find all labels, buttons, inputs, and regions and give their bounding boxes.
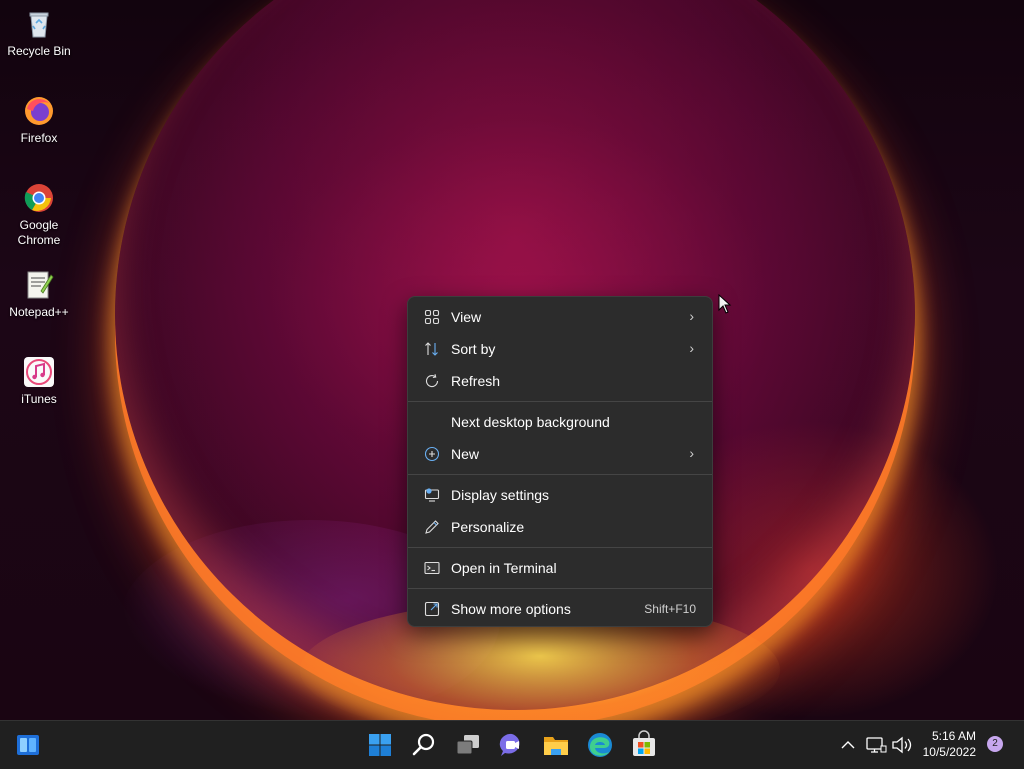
widgets-icon xyxy=(17,735,39,755)
start-icon xyxy=(369,734,391,756)
pen-icon xyxy=(425,520,439,534)
desktop-icon-notepad-plus-plus[interactable]: Notepad++ xyxy=(4,269,74,320)
file-explorer-button[interactable] xyxy=(540,729,572,761)
menu-item-new[interactable]: New › xyxy=(412,438,708,470)
notepad-plus-plus-icon xyxy=(23,269,55,301)
menu-separator xyxy=(408,474,712,475)
network-icon xyxy=(866,737,887,753)
desktop-icon-label: iTunes xyxy=(21,392,57,406)
menu-item-show-more-options[interactable]: Show more options Shift+F10 xyxy=(412,593,708,625)
display-settings-icon xyxy=(424,488,440,502)
store-icon xyxy=(633,730,655,756)
more-options-icon xyxy=(424,601,440,617)
sort-icon xyxy=(425,342,438,356)
taskbar: 5:16 AM 10/5/2022 2 xyxy=(0,720,1024,769)
menu-separator xyxy=(408,401,712,402)
desktop-icon-recycle-bin[interactable]: Recycle Bin xyxy=(4,8,74,59)
store-button[interactable] xyxy=(628,729,660,761)
menu-item-label: Next desktop background xyxy=(451,414,610,430)
search-button[interactable] xyxy=(408,729,440,761)
firefox-icon xyxy=(23,95,55,127)
desktop-icon-label: Firefox xyxy=(20,131,58,145)
new-plus-icon xyxy=(424,446,440,462)
widgets-button[interactable] xyxy=(12,729,44,761)
menu-item-refresh[interactable]: Refresh xyxy=(412,365,708,397)
menu-item-personalize[interactable]: Personalize xyxy=(412,511,708,543)
chat-icon xyxy=(499,733,520,756)
network-status-button[interactable] xyxy=(864,729,888,761)
menu-item-display-settings[interactable]: Display settings xyxy=(412,479,708,511)
menu-item-shortcut: Shift+F10 xyxy=(644,602,696,616)
recycle-bin-icon xyxy=(23,8,55,40)
volume-button[interactable] xyxy=(890,729,914,761)
task-view-button[interactable] xyxy=(452,729,484,761)
chevron-right-icon: › xyxy=(689,308,694,324)
menu-item-sort-by[interactable]: Sort by › xyxy=(412,333,708,365)
edge-icon xyxy=(588,733,612,757)
terminal-icon xyxy=(424,561,440,575)
desktop-icon-label: Google Chrome xyxy=(17,218,61,247)
desktop-icon-firefox[interactable]: Firefox xyxy=(4,95,74,146)
edge-button[interactable] xyxy=(584,729,616,761)
menu-item-label: Display settings xyxy=(451,487,550,503)
desktop-icon-label: Notepad++ xyxy=(9,305,69,319)
show-hidden-icons-button[interactable] xyxy=(838,729,858,761)
chevron-right-icon: › xyxy=(689,445,694,461)
menu-item-label: Refresh xyxy=(451,373,501,389)
itunes-icon xyxy=(23,356,55,388)
menu-separator xyxy=(408,547,712,548)
menu-item-next-desktop-background[interactable]: Next desktop background xyxy=(412,406,708,438)
menu-item-open-in-terminal[interactable]: Open in Terminal xyxy=(412,552,708,584)
desktop-icon-google-chrome[interactable]: Google Chrome xyxy=(4,182,74,248)
clock-time[interactable]: 5:16 AM xyxy=(918,729,976,743)
menu-item-label: Open in Terminal xyxy=(451,560,557,576)
menu-item-label: New xyxy=(451,446,480,462)
desktop-icon-label: Recycle Bin xyxy=(7,44,71,58)
task-view-icon xyxy=(456,735,479,755)
search-icon xyxy=(412,733,435,756)
desktop-icon-itunes[interactable]: iTunes xyxy=(4,356,74,407)
menu-item-label: Sort by xyxy=(451,341,496,357)
menu-item-label: Show more options xyxy=(451,601,571,617)
refresh-icon xyxy=(425,374,439,388)
desktop-context-menu: View › Sort by › Refresh Next desktop ba… xyxy=(407,296,713,627)
menu-item-view[interactable]: View › xyxy=(412,301,708,333)
clock-date[interactable]: 10/5/2022 xyxy=(912,745,976,759)
menu-item-label: Personalize xyxy=(451,519,525,535)
mouse-cursor-icon xyxy=(718,294,732,314)
chevron-up-icon xyxy=(841,741,855,749)
chrome-icon xyxy=(23,182,55,214)
chat-button[interactable] xyxy=(496,729,528,761)
start-button[interactable] xyxy=(364,729,396,761)
file-explorer-icon xyxy=(544,737,568,755)
speaker-icon xyxy=(892,736,912,754)
chevron-right-icon: › xyxy=(689,340,694,356)
view-grid-icon xyxy=(424,309,440,325)
menu-separator xyxy=(408,588,712,589)
menu-item-label: View xyxy=(451,309,482,325)
notification-badge[interactable]: 2 xyxy=(987,736,1003,752)
